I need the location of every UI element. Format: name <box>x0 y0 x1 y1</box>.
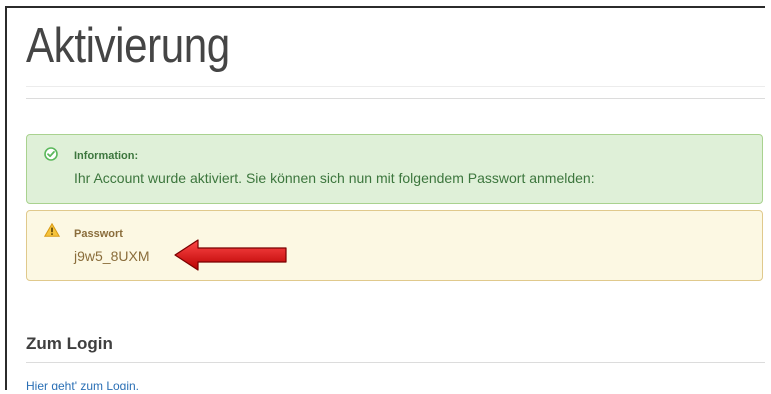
login-link[interactable]: Hier geht' zum Login. <box>26 379 139 390</box>
screenshot-frame: Aktivierung Information: Ihr Account wur… <box>5 6 765 390</box>
title-divider-top <box>26 86 765 87</box>
red-arrow-left-icon <box>174 239 287 271</box>
password-alert-title: Passwort <box>74 228 123 240</box>
info-alert-text: Ihr Account wurde aktiviert. Sie können … <box>74 170 595 186</box>
password-alert: Passwort j9w5_8UXM <box>26 210 763 281</box>
login-section-title: Zum Login <box>26 334 113 353</box>
warning-triangle-icon <box>43 222 61 237</box>
check-circle-icon <box>44 147 58 161</box>
password-value: j9w5_8UXM <box>74 248 150 264</box>
title-divider <box>26 98 765 99</box>
page-title: Aktivierung <box>26 19 230 73</box>
login-section-divider <box>26 362 765 363</box>
info-alert: Information: Ihr Account wurde aktiviert… <box>26 134 763 204</box>
info-alert-title: Information: <box>74 150 139 162</box>
